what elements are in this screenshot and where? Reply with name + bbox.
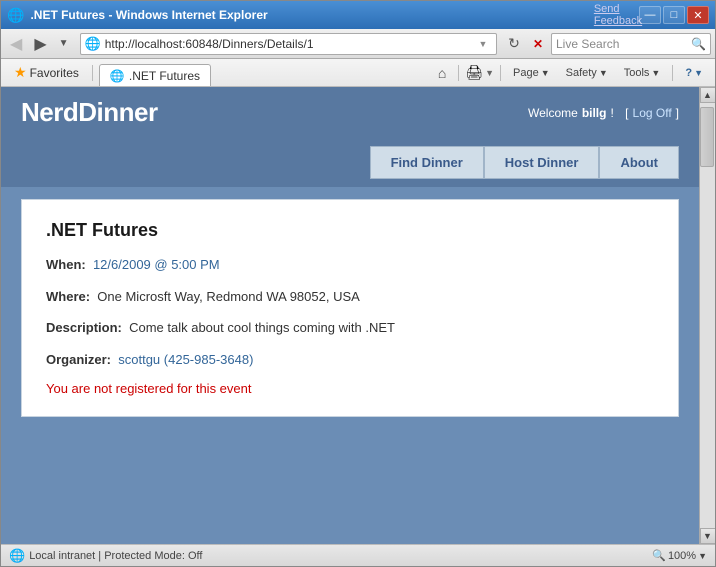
close-button[interactable]: ✕ — [687, 6, 709, 24]
description-label: Description: — [46, 320, 122, 335]
back-button[interactable]: ◀ — [5, 32, 27, 56]
sep4 — [672, 65, 673, 81]
sep3 — [500, 65, 501, 81]
tab-net-futures[interactable]: 🌐 .NET Futures — [99, 64, 211, 86]
app-header: NerdDinner Welcome billg! [ Log Off ] — [1, 87, 699, 138]
favorites-toolbar: ★ Favorites 🌐 .NET Futures ⌂ 🖨 ▼ Page — [1, 59, 715, 87]
security-status: Local intranet | Protected Mode: Off — [29, 550, 202, 562]
bracket-open: [ — [625, 106, 628, 120]
description-value: Come talk about cool things coming with … — [129, 320, 395, 335]
ie-icon: 🌐 — [7, 7, 24, 24]
tools-button[interactable]: Tools ▼ — [618, 62, 667, 84]
page-icon: 🌐 — [85, 36, 101, 52]
username: billg — [582, 106, 607, 120]
address-text: http://localhost:60848/Dinners/Details/1 — [105, 37, 474, 51]
logoff-link[interactable]: Log Off — [633, 106, 672, 120]
tab-icon: 🌐 — [110, 69, 125, 83]
host-dinner-button[interactable]: Host Dinner — [484, 146, 600, 179]
where-field: Where: One Microsft Way, Redmond WA 9805… — [46, 287, 654, 307]
find-dinner-button[interactable]: Find Dinner — [370, 146, 484, 179]
safety-label: Safety — [566, 67, 597, 79]
content-area: NerdDinner Welcome billg! [ Log Off ] Fi… — [1, 87, 715, 544]
statusbar: 🌐 Local intranet | Protected Mode: Off 🔍… — [1, 544, 715, 566]
scroll-down-button[interactable]: ▼ — [700, 528, 716, 544]
navbar: ◀ ▶ ▼ 🌐 http://localhost:60848/Dinners/D… — [1, 29, 715, 59]
about-button[interactable]: About — [599, 146, 679, 179]
stop-button[interactable]: ✕ — [527, 33, 549, 55]
tab-label: .NET Futures — [129, 69, 200, 83]
zoom-level: 100% — [668, 550, 696, 562]
search-placeholder: Live Search — [556, 37, 691, 51]
safety-button[interactable]: Safety ▼ — [560, 62, 614, 84]
where-label: Where: — [46, 289, 90, 304]
description-field: Description: Come talk about cool things… — [46, 318, 654, 338]
dinner-title: .NET Futures — [46, 220, 654, 241]
when-field: When: 12/6/2009 @ 5:00 PM — [46, 255, 654, 275]
favorites-label: Favorites — [30, 66, 79, 80]
dinner-detail: .NET Futures When: 12/6/2009 @ 5:00 PM W… — [21, 199, 679, 417]
not-registered-message: You are not registered for this event — [46, 381, 654, 396]
when-value: 12/6/2009 @ 5:00 PM — [93, 257, 220, 272]
maximize-button[interactable]: □ — [663, 6, 685, 24]
window-title: .NET Futures - Windows Internet Explorer — [30, 8, 267, 22]
organizer-label: Organizer: — [46, 352, 111, 367]
zoom-icon: 🔍 — [652, 549, 666, 562]
dropdown-button[interactable]: ▼ — [54, 32, 74, 56]
help-button[interactable]: ? ▼ — [679, 62, 709, 84]
when-label: When: — [46, 257, 86, 272]
send-feedback-button[interactable]: Send Feedback — [607, 6, 629, 24]
scroll-thumb[interactable] — [700, 107, 714, 167]
app-title: NerdDinner — [21, 97, 158, 128]
separator — [92, 65, 93, 81]
favorites-button[interactable]: ★ Favorites — [7, 62, 86, 84]
exclamation: ! — [610, 106, 613, 120]
scroll-up-button[interactable]: ▲ — [700, 87, 716, 103]
where-value: One Microsft Way, Redmond WA 98052, USA — [97, 289, 360, 304]
welcome-text: Welcome — [528, 106, 578, 120]
organizer-value: scottgu (425-985-3648) — [118, 352, 253, 367]
scrollbar[interactable]: ▲ ▼ — [699, 87, 715, 544]
dropdown-arrow[interactable]: ▼ — [474, 35, 492, 53]
bracket-close: ] — [676, 106, 679, 120]
search-bar[interactable]: Live Search 🔍 — [551, 33, 711, 55]
zoom-arrow-icon: ▼ — [698, 551, 707, 561]
minimize-button[interactable]: — — [639, 6, 661, 24]
page-button[interactable]: Page ▼ — [507, 62, 556, 84]
page-label: Page — [513, 67, 539, 79]
star-icon: ★ — [14, 64, 27, 81]
help-label: ? — [685, 67, 692, 79]
welcome-bar: Welcome billg! [ Log Off ] — [528, 106, 679, 120]
security-icon: 🌐 — [9, 548, 25, 564]
scroll-track[interactable] — [700, 103, 715, 528]
forward-button[interactable]: ▶ — [29, 32, 51, 56]
home-button[interactable]: ⌂ — [432, 62, 452, 84]
titlebar: 🌐 .NET Futures - Windows Internet Explor… — [1, 1, 715, 29]
tools-label: Tools — [624, 67, 650, 79]
address-bar[interactable]: 🌐 http://localhost:60848/Dinners/Details… — [80, 33, 497, 55]
organizer-field: Organizer: scottgu (425-985-3648) — [46, 350, 654, 370]
print-icon: 🖨 — [465, 64, 483, 81]
refresh-button[interactable]: ↻ — [503, 33, 525, 55]
sep2 — [458, 65, 459, 81]
zoom-button[interactable]: 🔍 100% ▼ — [652, 549, 707, 562]
search-icon[interactable]: 🔍 — [691, 37, 706, 51]
page-content: NerdDinner Welcome billg! [ Log Off ] Fi… — [1, 87, 699, 544]
app-nav: Find Dinner Host Dinner About — [1, 138, 699, 187]
